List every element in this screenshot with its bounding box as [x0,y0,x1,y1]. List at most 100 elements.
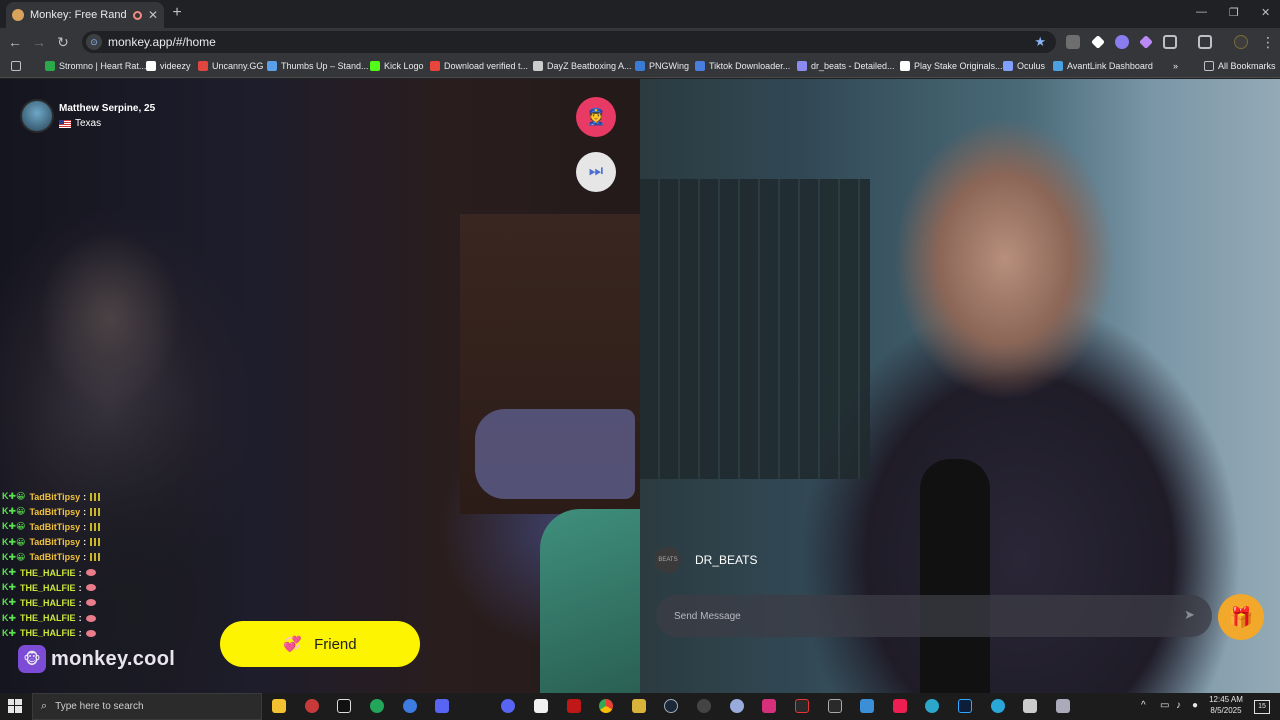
bookmark-item[interactable]: Tiktok Downloader... [695,61,790,71]
bookmark-item[interactable]: Download verified t... [430,61,528,71]
back-arrow-icon[interactable]: ← [7,34,23,50]
reload-icon[interactable]: ↻ [55,34,71,50]
more-bookmarks-button[interactable]: » [1173,61,1178,71]
monkey-brand-watermark: 🐵 monkey.cool [18,645,175,673]
bookmark-item[interactable]: dr_beats - Detailed... [797,61,895,71]
taskbar-clock[interactable]: 12:45 AM 8/5/2025 [1204,695,1248,715]
address-bar[interactable]: ⊙ monkey.app/#/home ★ [82,31,1056,53]
app-controller-icon[interactable] [501,699,515,713]
bookmark-item[interactable]: videezy [146,61,191,71]
send-icon[interactable]: ➤ [1184,607,1195,623]
app-dzl-icon[interactable] [795,699,809,713]
taskbar-time: 12:45 AM [1209,695,1243,704]
chat-line: K✚ THE_HALFIE: [2,611,100,626]
stream-chat-overlay: K✚😀 TadBitTipsy: K✚😀 TadBitTipsy: K✚😀 TadBi… [2,489,101,641]
tab-close-button[interactable]: ✕ [148,8,158,22]
chat-user-tag: BEATS DR_BEATS [655,547,757,573]
app-monitor-icon[interactable] [1023,699,1037,713]
video-background-pillow [475,409,635,499]
netflix-icon[interactable] [567,699,581,713]
bookmark-item[interactable]: AvantLink Dashboard [1053,61,1153,71]
all-bookmarks-button[interactable]: All Bookmarks [1204,61,1276,71]
video-foreground-arm [540,509,640,693]
extension-sparkle-icon[interactable] [1139,35,1153,49]
chat-line: K✚ THE_HALFIE: [2,626,100,641]
volume-icon[interactable]: ♪ [1176,700,1181,711]
tray-chevron-icon[interactable]: ^ [1141,700,1146,711]
chat-line: K✚😀 TadBitTipsy: [2,489,101,504]
side-panel-icon[interactable] [1198,35,1212,49]
bookmark-item[interactable]: PNGWing [635,61,689,71]
brand-name: monkey.cool [51,647,176,670]
new-tab-button[interactable]: + [168,4,186,22]
video-background-patch-wall [640,179,870,479]
app-car-icon[interactable] [1056,699,1070,713]
app-record-icon[interactable] [305,699,319,713]
tiktok-icon[interactable] [337,699,351,713]
remote-user-info: Matthew Serpine, 25 Texas [20,99,155,133]
chat-line: K✚😀 TadBitTipsy: [2,504,101,519]
extension-stream-icon[interactable] [1115,35,1129,49]
tiktok-live-icon[interactable] [893,699,907,713]
chat-badge-icon: K✚😀 [2,551,26,562]
bookmark-item[interactable]: Play Stake Originals... [900,61,1003,71]
app-pen-icon[interactable] [632,699,646,713]
bookmark-item[interactable]: DayZ Beatboxing A... [533,61,632,71]
extension-screen-icon[interactable] [1066,35,1080,49]
grammarly-icon[interactable] [370,699,384,713]
notification-center-icon[interactable]: 15 [1254,700,1270,714]
chat-badge-icon: K✚ [2,567,17,578]
send-message-input[interactable] [656,595,1212,637]
chat-badge-icon: K✚😀 [2,521,26,532]
extension-diamond-icon[interactable] [1091,35,1105,49]
apps-grid-icon[interactable] [11,61,25,71]
chat-badge-icon: K✚ [2,612,17,623]
discord-icon[interactable] [435,699,449,713]
telegram-icon[interactable] [991,699,1005,713]
friend-button[interactable]: 💞 Friend [220,621,420,667]
remote-user-location: Texas [75,118,102,129]
bookmark-item[interactable]: Kick Logo [370,61,424,71]
photoshop-icon[interactable] [958,699,972,713]
app-gamepad-icon[interactable] [697,699,711,713]
monkey-logo-icon: 🐵 [18,645,46,673]
steam-icon[interactable] [664,699,678,713]
bookmark-item[interactable]: Stromno | Heart Rat... [45,61,146,71]
instagram-icon[interactable] [762,699,776,713]
microphone-icon[interactable]: ● [1192,700,1198,711]
report-button[interactable]: 👮 [576,97,616,137]
chrome-icon[interactable] [599,699,613,713]
chat-badge-icon: K✚😀 [2,536,26,547]
bookmark-item[interactable]: Oculus [1003,61,1045,71]
taskbar-search-box[interactable]: ⌕ Type here to search [32,693,262,720]
epic-games-icon[interactable] [828,699,842,713]
windows-start-icon[interactable] [8,699,22,713]
skip-button[interactable]: ⏭ [576,152,616,192]
video-foreground-microphone [920,459,990,693]
site-info-icon[interactable]: ⊙ [86,34,102,50]
remote-user-avatar [20,99,54,133]
signal-bars-icon [90,553,101,562]
minimize-button[interactable]: — [1196,6,1207,18]
forward-arrow-icon[interactable]: → [31,34,47,50]
signal-bars-icon [90,507,101,516]
browser-tab[interactable]: Monkey: Free Random Vide ✕ [6,2,164,28]
bookmark-item[interactable]: Uncanny.GG [198,61,263,71]
extensions-puzzle-icon[interactable] [1163,35,1177,49]
profile-avatar[interactable] [1234,35,1248,49]
close-window-button[interactable]: ✕ [1261,6,1270,19]
edge-icon[interactable] [925,699,939,713]
url-text: monkey.app/#/home [108,35,216,49]
app-window-icon[interactable] [860,699,874,713]
network-icon[interactable]: ▭ [1160,700,1169,711]
document-icon[interactable] [534,699,548,713]
app-blue-icon[interactable] [403,699,417,713]
browser-menu-icon[interactable]: ⋮ [1260,34,1276,50]
app-circle-icon[interactable] [730,699,744,713]
file-explorer-icon[interactable] [272,699,286,713]
bookmark-item[interactable]: Thumbs Up – Stand... [267,61,369,71]
remote-user-name: Matthew Serpine, 25 [59,103,156,114]
bookmark-star-icon[interactable]: ★ [1034,34,1046,50]
gift-button[interactable]: 🎁 [1218,594,1264,640]
restore-button[interactable]: ❐ [1229,6,1239,19]
